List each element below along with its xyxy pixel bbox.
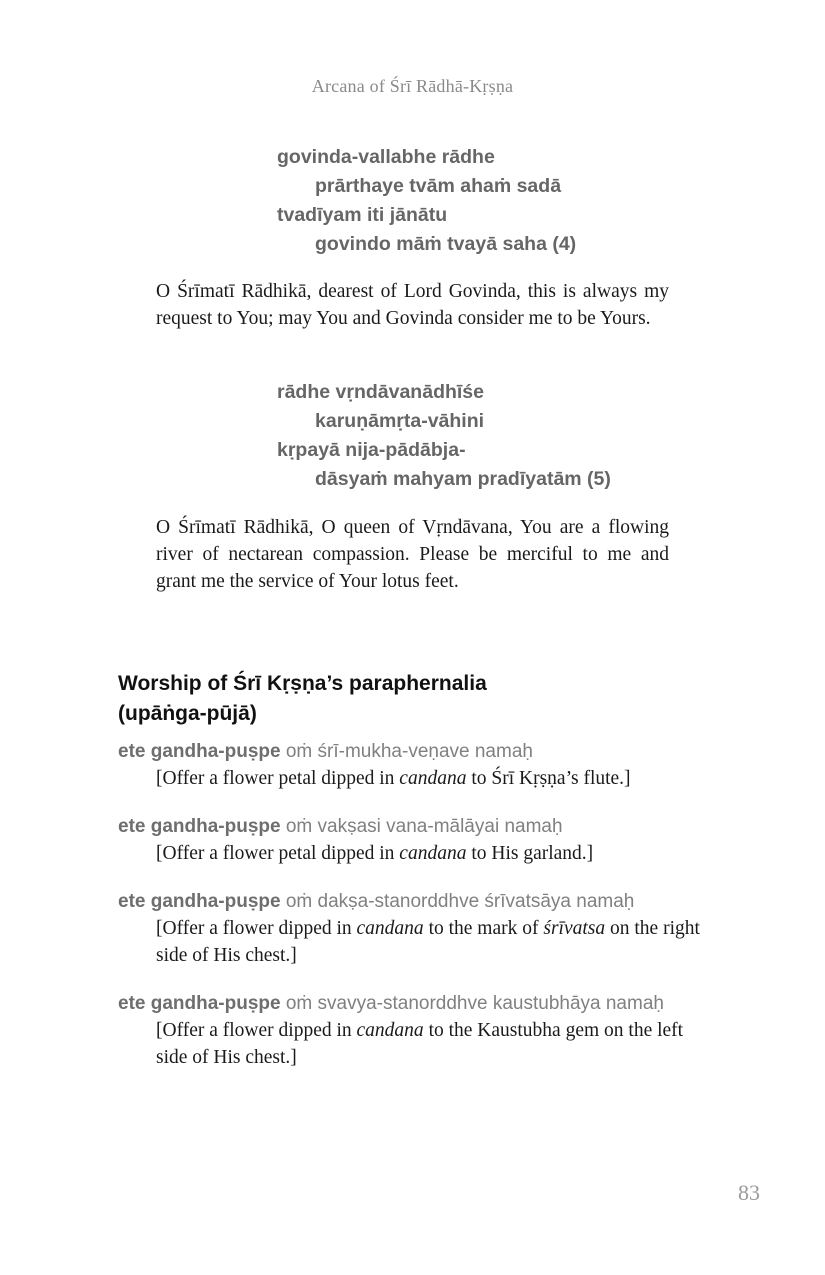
instruction-text: [Offer a flower dipped in — [156, 1020, 357, 1041]
mantra-instruction: [Offer a flower petal dipped in candana … — [118, 765, 711, 792]
verse-line: karuṇāmṛta-vāhini — [315, 410, 485, 432]
verse-line: prārthaye tvām ahaṁ sadā — [315, 175, 562, 197]
instruction-text: [Offer a flower dipped in — [156, 918, 357, 939]
verse-line: rādhe vṛndāvanādhīśe — [277, 381, 484, 403]
mantra-lead: ete gandha-puṣpe — [118, 891, 281, 912]
verse-line: tvadīyam iti jānātu — [277, 204, 448, 226]
mantra-line: ete gandha-puṣpe oṁ śrī-mukha-veṇave nam… — [118, 738, 718, 765]
mantra-entry: ete gandha-puṣpe oṁ dakṣa-stanorddhve śr… — [118, 888, 718, 969]
instruction-italic: candana — [356, 918, 424, 939]
instruction-italic: candana — [356, 1020, 424, 1041]
verse-4: govinda-vallabhe rādhe prārthaye tvām ah… — [277, 143, 576, 259]
page-number: 83 — [738, 1180, 760, 1205]
mantra-lead: ete gandha-puṣpe — [118, 816, 281, 837]
instruction-text: [Offer a flower petal dipped in — [156, 843, 400, 864]
verse-line: govinda-vallabhe rādhe — [277, 146, 495, 168]
mantra-text: oṁ svavya-stanorddhve kaustubhāya namaḥ — [280, 993, 664, 1014]
instruction-italic: candana — [399, 768, 467, 789]
mantra-line: ete gandha-puṣpe oṁ dakṣa-stanorddhve śr… — [118, 888, 718, 915]
section-heading-line: (upāṅga-pūjā) — [118, 702, 257, 725]
translation-4: O Śrīmatī Rādhikā, dearest of Lord Govin… — [156, 281, 669, 329]
instruction-text: to the mark of — [423, 918, 544, 939]
verse-5: rādhe vṛndāvanādhīśe karuṇāmṛta-vāhini k… — [277, 378, 611, 494]
mantra-entry: ete gandha-puṣpe oṁ vakṣasi vana-mālāyai… — [118, 813, 718, 867]
instruction-italic: śrīvatsa — [543, 918, 606, 939]
mantra-instruction: [Offer a flower dipped in candana to the… — [118, 1017, 711, 1071]
mantra-text: oṁ dakṣa-stanorddhve śrīvatsāya namaḥ — [280, 891, 635, 912]
mantra-entry: ete gandha-puṣpe oṁ śrī-mukha-veṇave nam… — [118, 738, 718, 792]
mantra-instruction: [Offer a flower dipped in candana to the… — [118, 915, 711, 969]
instruction-italic: candana — [399, 843, 467, 864]
mantra-lead: ete gandha-puṣpe — [118, 993, 281, 1014]
section-heading: Worship of Śrī Kṛṣṇa’s paraphernalia (up… — [118, 669, 487, 729]
verse-line: dāsyaṁ mahyam pradīyatām (5) — [315, 468, 611, 490]
instruction-text: to Śrī Kṛṣṇa’s flute.] — [466, 768, 631, 789]
mantra-instruction: [Offer a flower petal dipped in candana … — [118, 840, 711, 867]
mantra-line: ete gandha-puṣpe oṁ vakṣasi vana-mālāyai… — [118, 813, 718, 840]
translation-5: O Śrīmatī Rādhikā, O queen of Vṛndāvana,… — [156, 517, 669, 592]
verse-line: govindo māṁ tvayā saha (4) — [315, 233, 577, 255]
mantra-text: oṁ vakṣasi vana-mālāyai namaḥ — [280, 816, 563, 837]
mantra-line: ete gandha-puṣpe oṁ svavya-stanorddhve k… — [118, 990, 718, 1017]
section-heading-line: Worship of Śrī Kṛṣṇa’s paraphernalia — [118, 672, 487, 695]
verse-line: kṛpayā nija-pādābja- — [277, 439, 466, 461]
instruction-text: [Offer a flower petal dipped in — [156, 768, 400, 789]
mantra-entry: ete gandha-puṣpe oṁ svavya-stanorddhve k… — [118, 990, 718, 1071]
instruction-text: to His garland.] — [466, 843, 594, 864]
mantra-lead: ete gandha-puṣpe — [118, 741, 281, 762]
running-header: Arcana of Śrī Rādhā-Kṛṣṇa — [311, 76, 514, 96]
mantra-text: oṁ śrī-mukha-veṇave namaḥ — [280, 741, 533, 762]
book-page: Arcana of Śrī Rādhā-Kṛṣṇa govinda-vallab… — [0, 0, 825, 1275]
